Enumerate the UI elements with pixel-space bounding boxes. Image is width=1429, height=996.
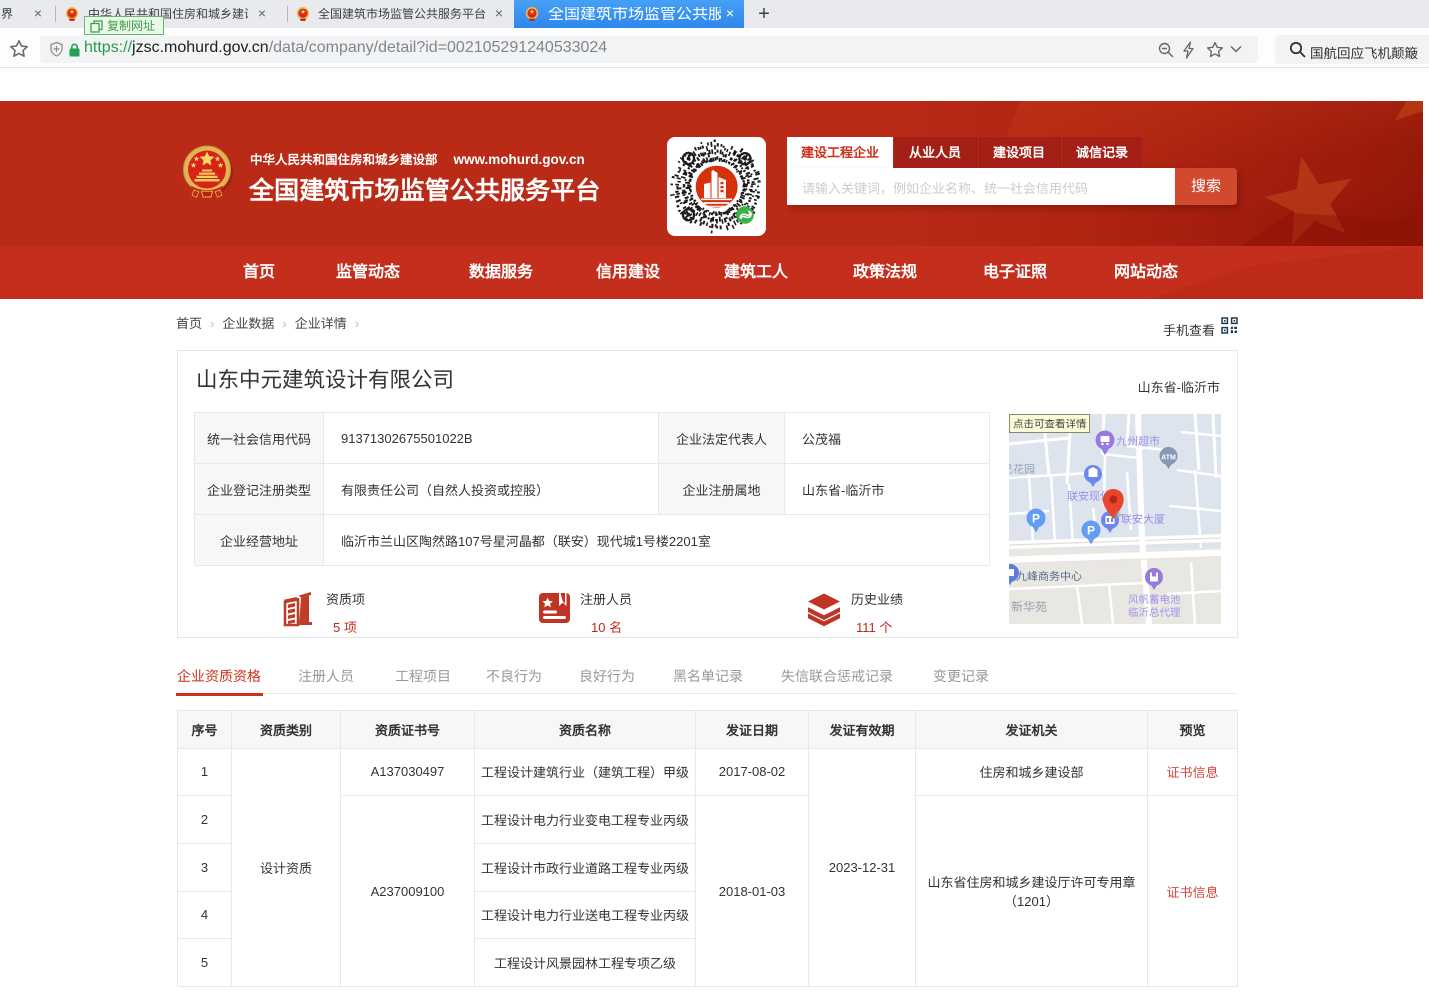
svg-text:九峰商务中心: 九峰商务中心 [1016, 570, 1082, 583]
svg-text:ATM: ATM [1161, 455, 1176, 462]
svg-text:己花园: 己花园 [1009, 463, 1035, 476]
svg-text:新华苑: 新华苑 [1011, 600, 1047, 614]
svg-text:P: P [1087, 524, 1095, 538]
svg-text:P: P [1032, 512, 1040, 526]
svg-text:点击可查看详情: 点击可查看详情 [1013, 419, 1087, 431]
svg-text:九州超市: 九州超市 [1116, 435, 1160, 448]
svg-text:临沂总代理: 临沂总代理 [1128, 607, 1181, 619]
svg-text:风帆蓄电池: 风帆蓄电池 [1128, 594, 1181, 606]
svg-text:联安大厦: 联安大厦 [1121, 513, 1165, 526]
